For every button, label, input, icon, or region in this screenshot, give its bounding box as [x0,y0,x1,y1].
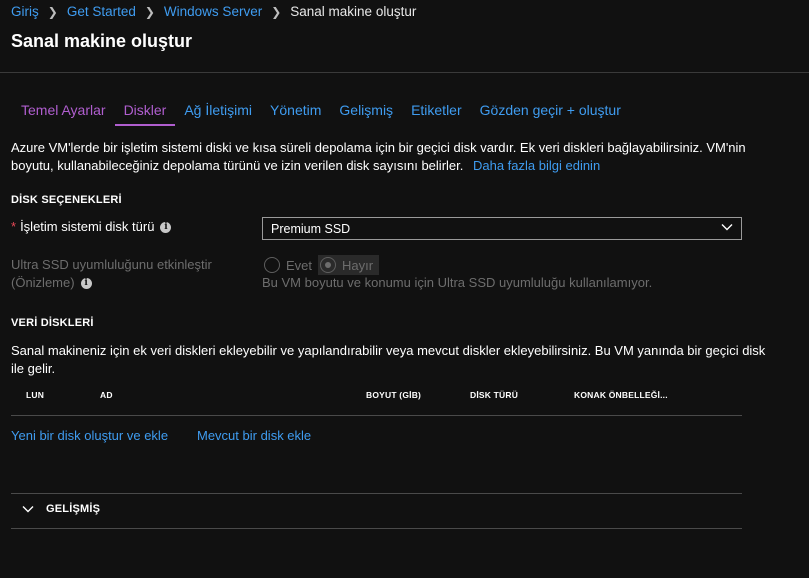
chevron-down-icon [721,224,733,231]
advanced-section-label: GELİŞMİŞ [46,503,101,515]
chevron-right-icon: ❯ [271,4,282,19]
learn-more-link[interactable]: Daha fazla bilgi edinin [473,158,600,173]
os-disk-type-select[interactable]: Premium SSD [262,217,742,240]
tab-disks[interactable]: Diskler [114,96,176,126]
ultra-ssd-no-option[interactable]: Hayır [318,255,380,275]
ultra-ssd-yes-option[interactable]: Evet [262,255,318,275]
column-header-size: BOYUT (GİB) [366,390,422,400]
ultra-ssd-note: Bu VM boyutu ve konumu için Ultra SSD uy… [262,275,653,290]
radio-checked-icon [320,257,337,273]
advanced-section-toggle[interactable]: GELİŞMİŞ [22,503,100,515]
info-icon[interactable]: i [80,278,92,290]
intro-text: Azure VM'lerde bir işletim sistemi diski… [11,139,791,175]
data-disks-description: Sanal makineniz için ek veri diskleri ek… [11,343,766,376]
ultra-ssd-yes-label: Evet [286,257,313,273]
column-header-host-caching: KONAK ÖNBELLEĞİ... [574,390,668,400]
title-divider [0,72,809,73]
breadcrumb-get-started[interactable]: Get Started [67,4,136,19]
ultra-ssd-preview-text: (Önizleme) [11,275,75,290]
disk-options-heading: DİSK SEÇENEKLERİ [11,194,122,206]
column-header-disk-type: DİSK TÜRÜ [470,390,519,400]
ultra-ssd-no-label: Hayır [342,257,374,273]
intro-description: Azure VM'lerde bir işletim sistemi diski… [11,140,746,173]
breadcrumb-windows-server[interactable]: Windows Server [164,4,262,19]
column-header-name: AD [100,390,113,400]
os-disk-type-value: Premium SSD [271,222,351,236]
tab-basics[interactable]: Temel Ayarlar [12,96,115,126]
breadcrumb: Giriş ❯ Get Started ❯ Windows Server ❯ S… [11,4,416,19]
column-header-lun: LUN [26,390,45,400]
data-disks-heading: VERİ DİSKLERİ [11,317,94,329]
page-title: Sanal makine oluştur [11,31,193,51]
tab-tags[interactable]: Etiketler [402,96,471,126]
os-disk-type-label-text: İşletim sistemi disk türü [20,219,155,234]
tab-management[interactable]: Yönetim [261,96,330,126]
table-divider [11,415,742,416]
radio-unchecked-icon [264,257,280,273]
tab-advanced[interactable]: Gelişmiş [330,96,402,126]
breadcrumb-current: Sanal makine oluştur [290,4,417,19]
ultra-ssd-radio-group: Evet Hayır [262,255,380,275]
required-asterisk: * [11,219,17,234]
chevron-right-icon: ❯ [144,4,155,19]
chevron-right-icon: ❯ [47,4,58,19]
ultra-ssd-label-preview: (Önizleme) i [11,275,92,290]
os-disk-type-label: * İşletim sistemi disk türü i [11,219,172,234]
tab-networking[interactable]: Ağ İletişimi [175,96,261,126]
create-attach-disk-link[interactable]: Yeni bir disk oluştur ve ekle [11,428,168,443]
tab-review-create[interactable]: Gözden geçir + oluştur [471,96,630,126]
advanced-divider-top [11,493,742,494]
tab-bar: Temel Ayarlar Diskler Ağ İletişimi Yönet… [12,96,630,126]
attach-existing-disk-link[interactable]: Mevcut bir disk ekle [197,428,311,443]
chevron-down-icon [22,506,34,513]
info-icon[interactable]: i [160,222,172,234]
ultra-ssd-label: Ultra SSD uyumluluğunu etkinleştir [11,257,212,272]
breadcrumb-home[interactable]: Giriş [11,4,39,19]
advanced-divider-bottom [11,528,742,529]
